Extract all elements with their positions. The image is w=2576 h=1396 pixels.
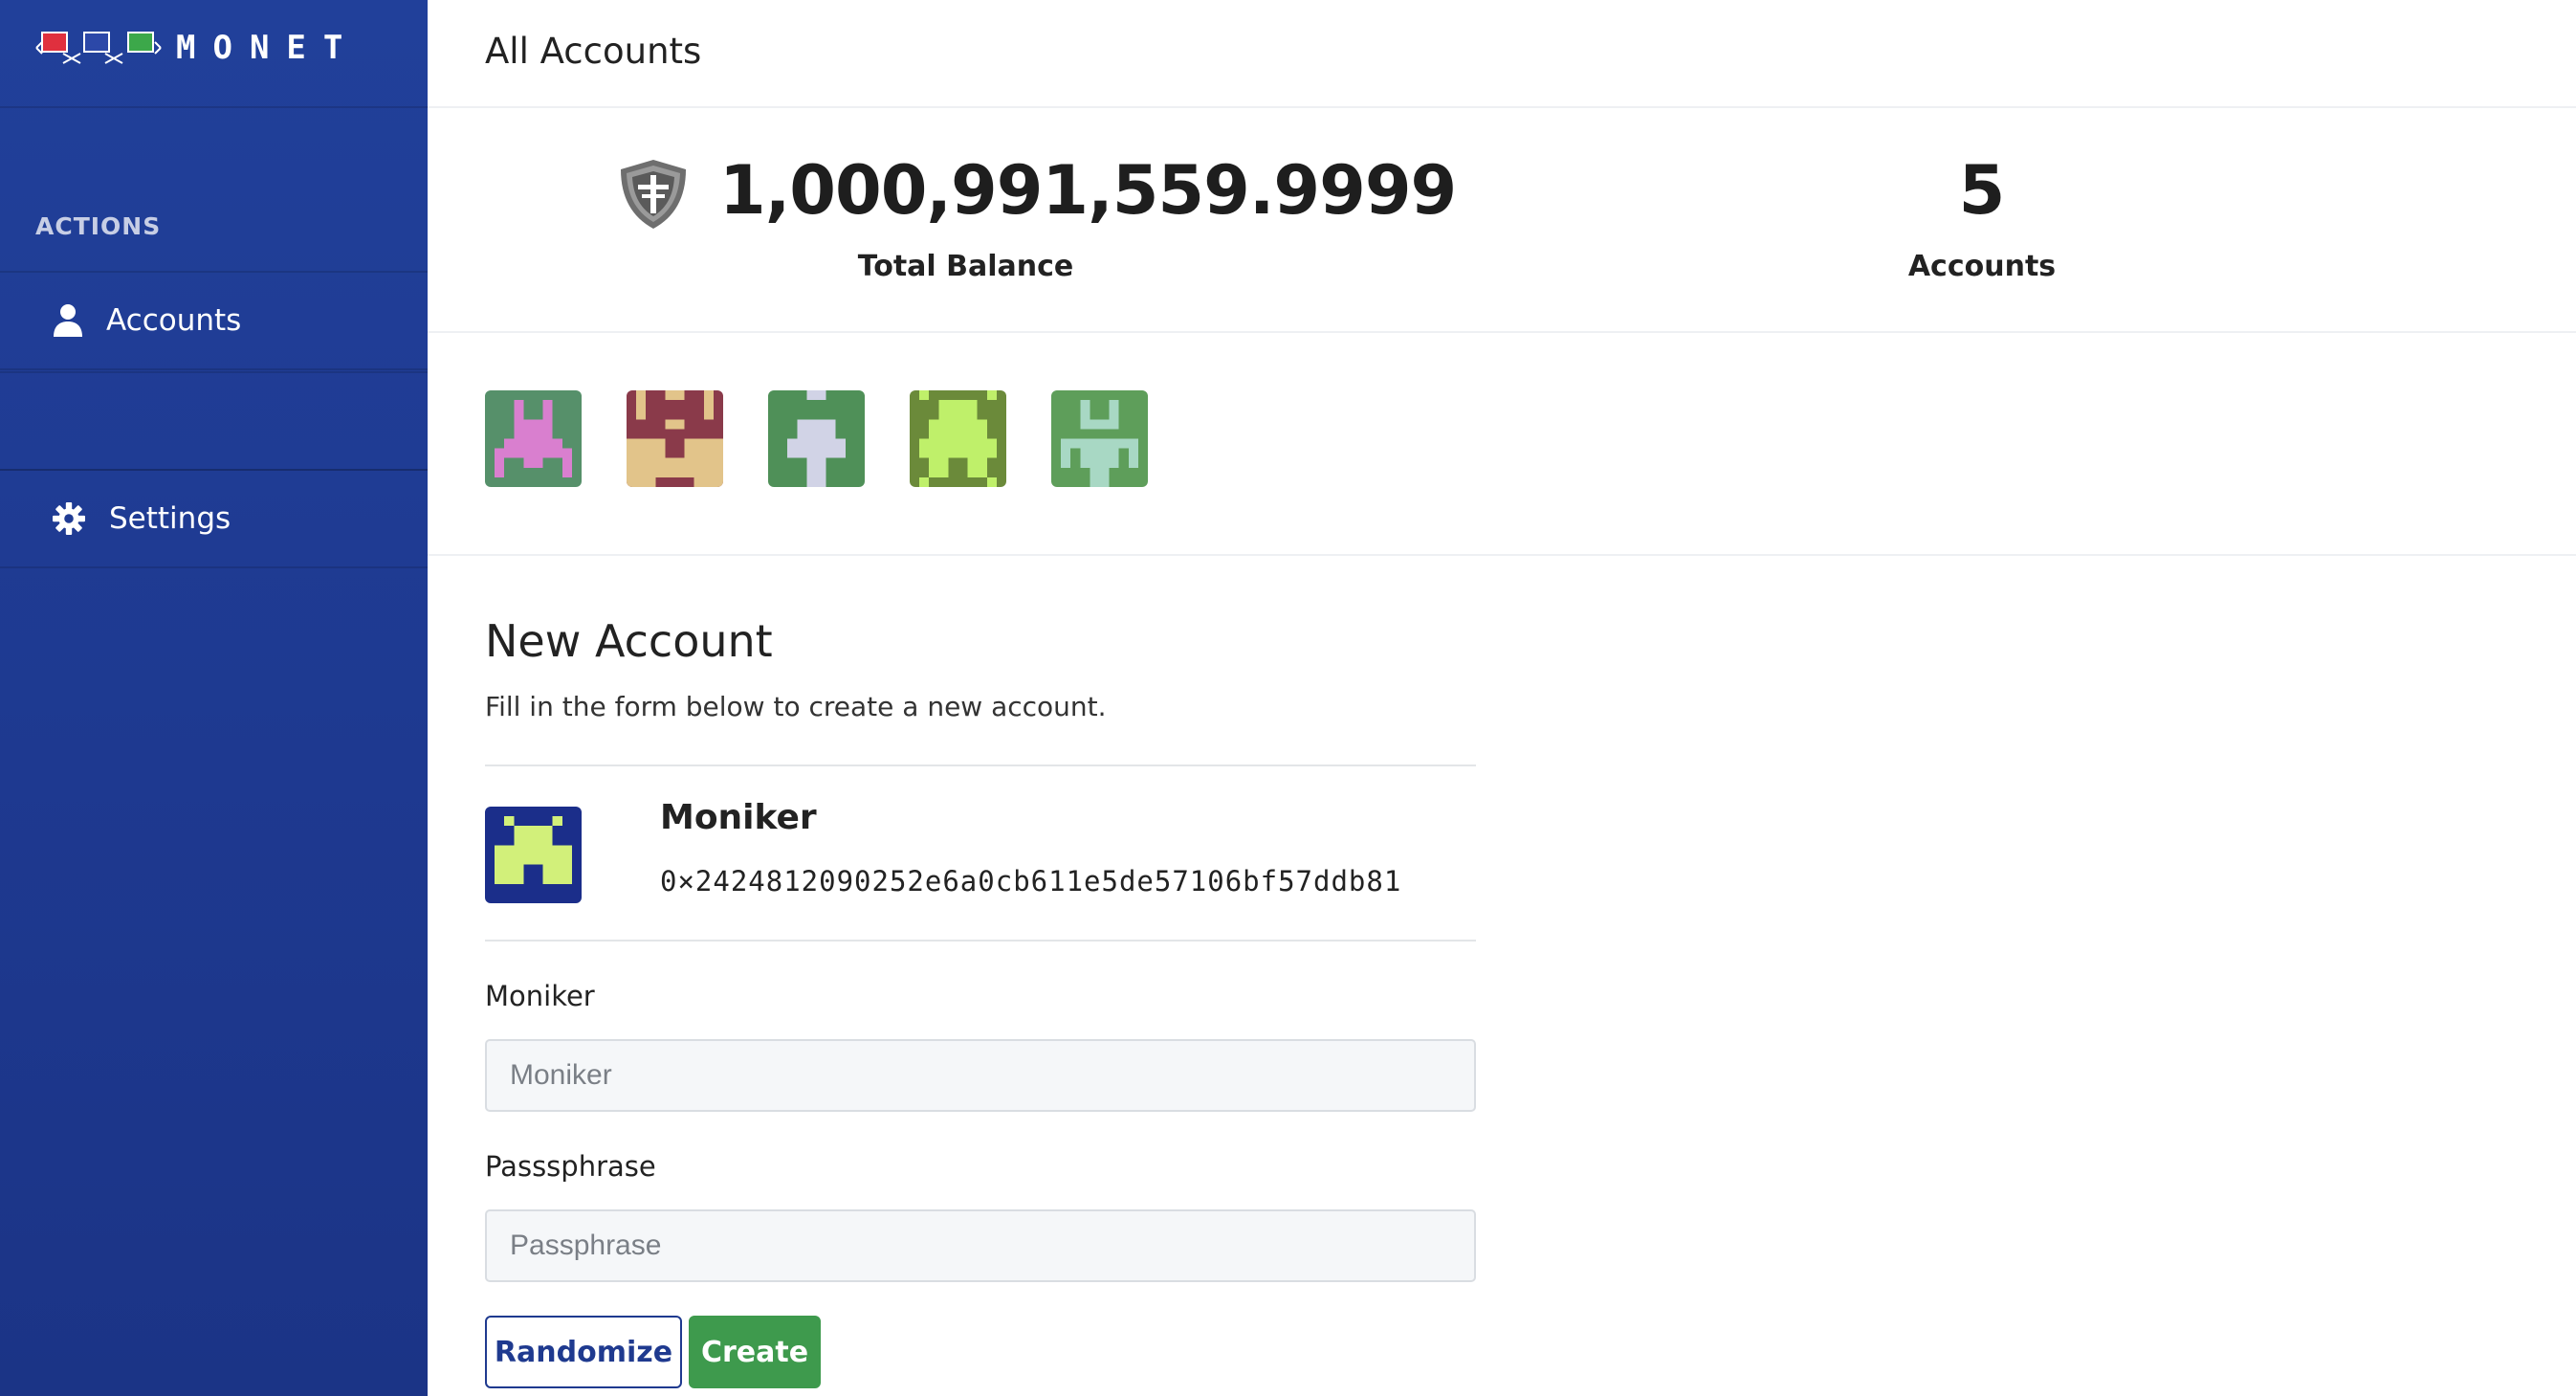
account-avatar[interactable] — [768, 390, 865, 487]
new-account-title: New Account — [485, 615, 773, 667]
account-avatar-icon — [910, 390, 1006, 487]
account-avatar-icon — [485, 807, 582, 903]
passphrase-input[interactable] — [485, 1209, 1476, 1282]
sidebar: MONET ACTIONS Accounts Settings — [0, 0, 428, 1396]
total-balance-stat: 1,000,991,559.9999 Total Balance — [428, 108, 1504, 333]
stats-panel: 1,000,991,559.9999 Total Balance 5 Accou… — [428, 108, 2576, 333]
accounts-count-value: 5 — [1958, 151, 2006, 230]
accounts-count-stat: 5 Accounts — [1504, 108, 2576, 333]
account-avatar-icon — [1051, 390, 1148, 487]
sidebar-item-settings[interactable]: Settings — [0, 469, 428, 568]
main-content: All Accounts 1,000,991,559.9999 Total Ba… — [428, 0, 2576, 1396]
new-account-address: 0×2424812090252e6a0cb611e5de57106bf57ddb… — [660, 865, 1402, 897]
brand-name: MONET — [176, 29, 361, 67]
account-avatar[interactable] — [910, 390, 1006, 487]
sidebar-item-label: Accounts — [106, 303, 242, 338]
divider — [485, 764, 1476, 766]
total-balance-value: 1,000,991,559.9999 — [719, 151, 1457, 230]
sidebar-section-label: ACTIONS — [35, 212, 162, 240]
accounts-count-label: Accounts — [1907, 250, 2057, 283]
account-avatar-icon — [485, 390, 582, 487]
randomize-button[interactable]: Randomize — [485, 1316, 682, 1388]
divider — [485, 940, 1476, 942]
account-avatars-list — [428, 333, 2576, 556]
account-avatar-icon — [768, 390, 865, 487]
gear-icon — [53, 502, 85, 535]
monet-logo-icon — [35, 32, 162, 64]
account-avatar-icon — [627, 390, 723, 487]
page-title: All Accounts — [485, 31, 702, 72]
moniker-label: Moniker — [485, 980, 595, 1012]
brand: MONET — [0, 0, 428, 108]
new-account-subtitle: Fill in the form below to create a new a… — [485, 691, 1107, 722]
account-avatar[interactable] — [485, 390, 582, 487]
user-icon — [54, 304, 82, 337]
topbar: All Accounts — [428, 0, 2576, 108]
new-account-moniker: Moniker — [660, 798, 817, 837]
account-avatar[interactable] — [627, 390, 723, 487]
new-account-avatar — [485, 807, 582, 903]
moniker-input[interactable] — [485, 1039, 1476, 1112]
create-button[interactable]: Create — [689, 1316, 821, 1388]
passphrase-label: Passsphrase — [485, 1150, 656, 1183]
total-balance-label: Total Balance — [857, 250, 1074, 283]
account-avatar[interactable] — [1051, 390, 1148, 487]
sidebar-item-label: Settings — [109, 501, 231, 536]
sidebar-item-accounts[interactable]: Accounts — [0, 271, 428, 370]
token-shield-icon — [621, 160, 686, 229]
new-account-form: New Account Fill in the form below to cr… — [485, 556, 1480, 1396]
sidebar-spacer — [0, 371, 428, 471]
